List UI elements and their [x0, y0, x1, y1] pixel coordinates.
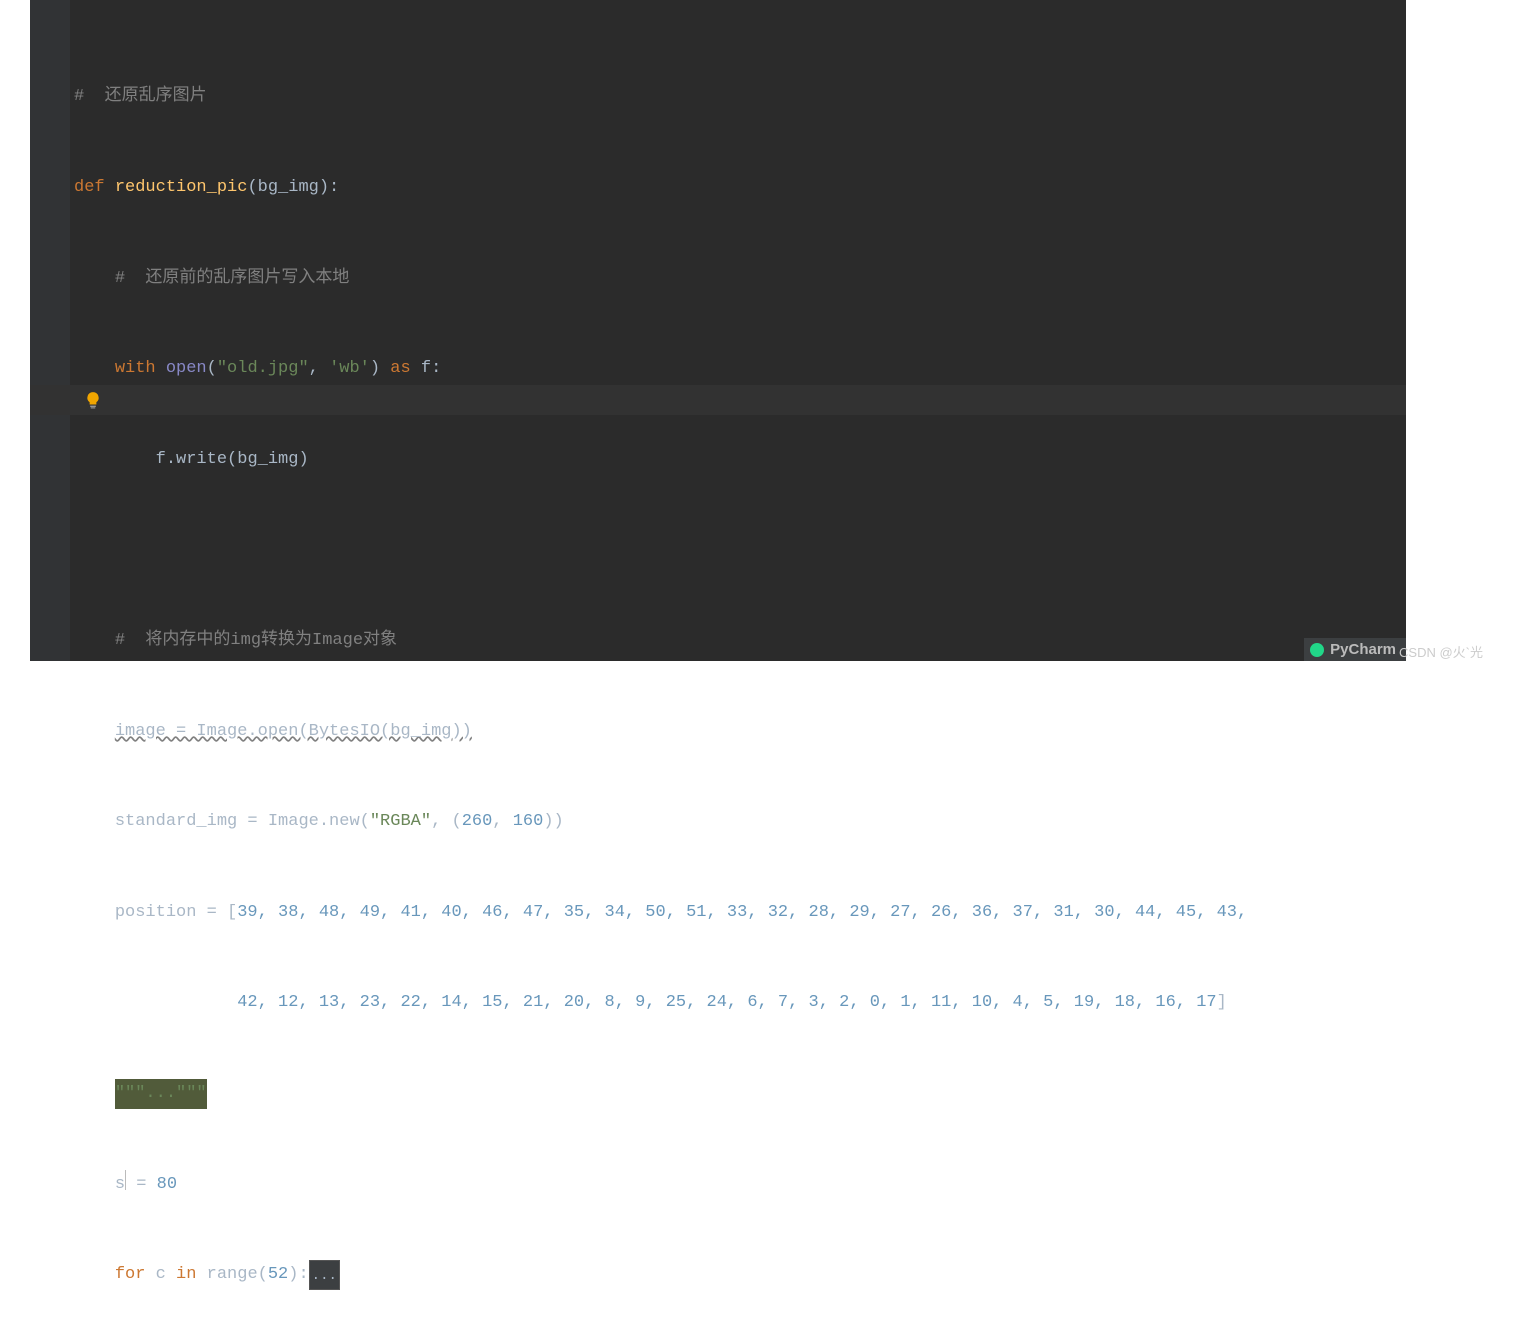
code-content[interactable]: # 还原乱序图片 def reduction_pic(bg_img): # 还原… [74, 22, 1406, 1338]
variable-s: s [115, 1170, 125, 1200]
keyword-in: in [176, 1260, 196, 1290]
folded-docstring[interactable]: """...""" [115, 1079, 207, 1109]
string: "old.jpg" [217, 354, 309, 384]
csdn-watermark: CSDN @火`光 [1399, 642, 1483, 661]
string: 'wb' [329, 354, 370, 384]
comment: # 将内存中的img转换为Image对象 [115, 626, 397, 656]
code-editor[interactable]: # 还原乱序图片 def reduction_pic(bg_img): # 还原… [30, 0, 1406, 661]
pycharm-label: PyCharm [1330, 641, 1396, 658]
comment: # 还原前的乱序图片写入本地 [115, 264, 350, 294]
pycharm-badge[interactable]: PyCharm [1304, 638, 1406, 661]
keyword-def: def [74, 173, 105, 203]
pycharm-dot-icon [1310, 643, 1324, 657]
function-name: reduction_pic [115, 173, 248, 203]
code-fold-marker[interactable]: ... [309, 1260, 340, 1290]
params: (bg_img): [247, 173, 339, 203]
array-numbers: 42, 12, 13, 23, 22, 14, 15, 21, 20, 8, 9… [237, 988, 1216, 1018]
warning-underlined: image = Image.open(BytesIO(bg_img)) [115, 717, 472, 747]
keyword-with: with [115, 354, 156, 384]
array-numbers: 39, 38, 48, 49, 41, 40, 46, 47, 35, 34, … [237, 898, 1247, 928]
keyword-for: for [115, 1260, 146, 1290]
comment: # 还原乱序图片 [74, 82, 207, 112]
code-text: f.write(bg_img) [156, 445, 309, 475]
editor-gutter[interactable] [30, 0, 70, 661]
builtin-open: open [166, 354, 207, 384]
keyword-as: as [390, 354, 410, 384]
